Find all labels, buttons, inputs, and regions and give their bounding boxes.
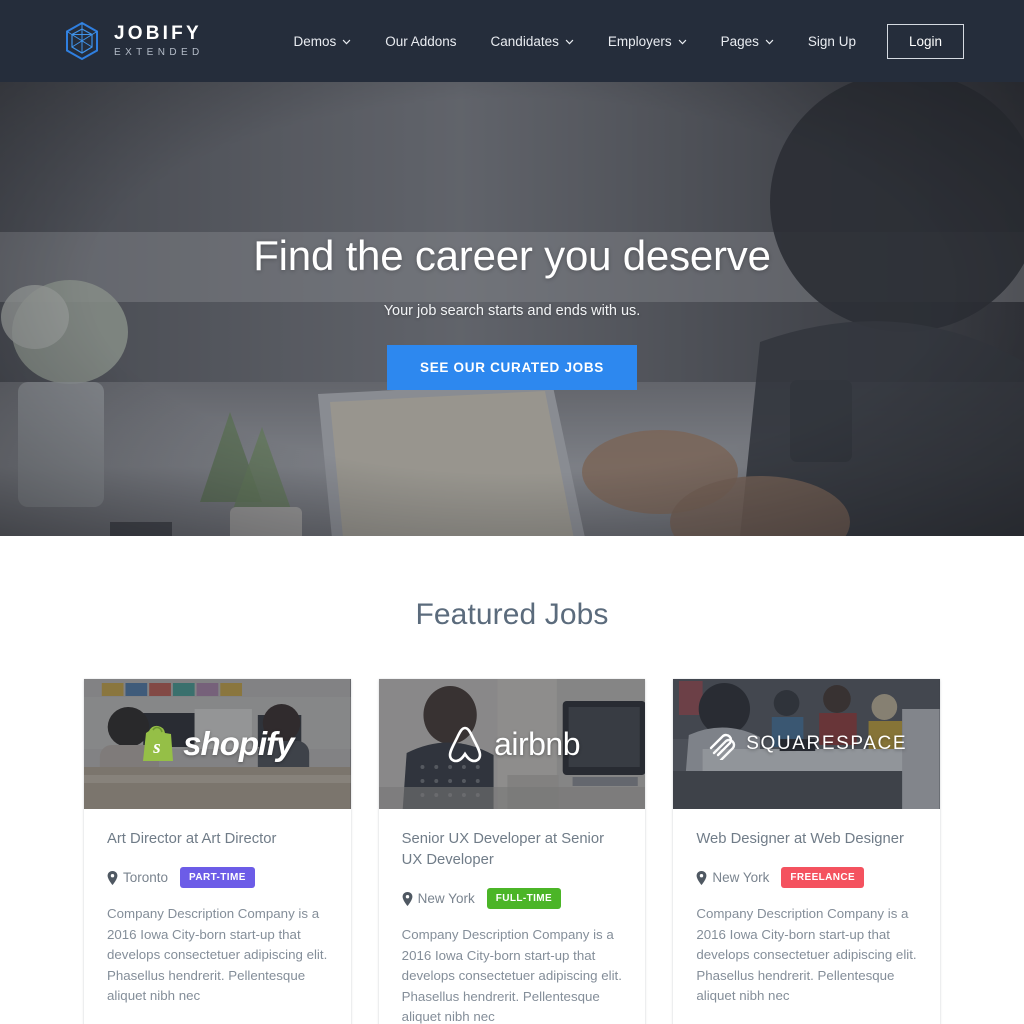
company-name: shopify xyxy=(183,725,294,762)
job-card-media: SQUARESPACE xyxy=(673,679,941,809)
job-card[interactable]: airbnb Senior UX Developer at Senior UX … xyxy=(378,679,646,1024)
job-description: Company Description Company is a 2016 Io… xyxy=(401,927,622,1024)
job-card-list: s shopify Art Director at Art Director T… xyxy=(0,679,1024,1024)
chevron-down-icon xyxy=(565,39,574,45)
map-pin-icon xyxy=(107,870,118,885)
job-card[interactable]: SQUARESPACE Web Designer at Web Designer… xyxy=(673,679,941,1024)
site-header: JOBIFY EXTENDED Demos Our Addons Candida… xyxy=(0,0,1024,82)
job-title[interactable]: Web Designer at Web Designer xyxy=(696,829,917,850)
brand-tagline: EXTENDED xyxy=(114,47,204,58)
chevron-down-icon xyxy=(765,39,774,45)
map-pin-icon xyxy=(402,891,413,906)
job-location-label: Toronto xyxy=(123,870,169,885)
nav-label: Our Addons xyxy=(385,33,457,49)
featured-jobs-title: Featured Jobs xyxy=(415,598,609,631)
airbnb-belo-icon xyxy=(448,726,482,763)
job-card[interactable]: s shopify Art Director at Art Director T… xyxy=(84,679,351,1024)
svg-text:s: s xyxy=(152,737,160,758)
job-location-label: New York xyxy=(417,891,475,906)
company-name: airbnb xyxy=(494,725,580,762)
map-pin-icon xyxy=(696,870,707,885)
nav-label: Candidates xyxy=(490,33,559,49)
nav-item-pages[interactable]: Pages xyxy=(704,26,791,57)
nav-label: Demos xyxy=(293,33,337,49)
job-meta: New York FREELANCE xyxy=(696,867,917,888)
squarespace-mark-icon xyxy=(710,733,736,760)
job-location: New York xyxy=(696,870,769,885)
chevron-down-icon xyxy=(342,39,351,45)
login-button[interactable]: Login xyxy=(886,23,964,59)
brand-logo[interactable]: JOBIFY EXTENDED xyxy=(64,21,204,61)
job-location-label: New York xyxy=(712,870,770,885)
nav-label: Sign Up xyxy=(807,33,856,49)
job-location: Toronto xyxy=(107,870,168,885)
company-name: SQUARESPACE xyxy=(746,733,908,754)
nav-item-sign-up[interactable]: Sign Up xyxy=(791,26,873,57)
airbnb-logo: airbnb xyxy=(379,679,646,809)
chevron-down-icon xyxy=(678,39,687,45)
job-card-media: airbnb xyxy=(378,679,646,809)
job-type-badge: FULL-TIME xyxy=(486,888,562,909)
hexagon-logo-icon xyxy=(66,21,98,61)
job-meta: Toronto PART-TIME xyxy=(107,867,328,888)
squarespace-logo: SQUARESPACE xyxy=(673,679,940,809)
nav-label: Pages xyxy=(720,33,759,49)
brand-name: JOBIFY xyxy=(114,23,202,44)
job-description: Company Description Company is a 2016 Io… xyxy=(107,906,328,1004)
job-description: Company Description Company is a 2016 Io… xyxy=(696,906,917,1004)
nav-item-employers[interactable]: Employers xyxy=(591,26,704,57)
hero-cta-button[interactable]: SEE OUR CURATED JOBS xyxy=(386,345,638,390)
nav-item-our-addons[interactable]: Our Addons xyxy=(368,26,473,57)
job-title[interactable]: Art Director at Art Director xyxy=(107,829,328,850)
hero-subtitle: Your job search starts and ends with us. xyxy=(383,303,641,319)
job-meta: New York FULL-TIME xyxy=(402,888,623,909)
job-title[interactable]: Senior UX Developer at Senior UX Develop… xyxy=(402,829,623,871)
nav-label: Employers xyxy=(607,33,672,49)
job-type-badge: FREELANCE xyxy=(781,867,865,888)
hero-banner: Find the career you deserve Your job sea… xyxy=(0,82,1024,536)
featured-jobs-section: Featured Jobs s shopify Art Director at … xyxy=(0,536,1024,1024)
main-navigation: Demos Our Addons Candidates Employers Pa… xyxy=(276,23,964,59)
shopify-bag-icon: s xyxy=(143,725,174,761)
job-card-media: s shopify xyxy=(84,679,351,809)
nav-item-demos[interactable]: Demos xyxy=(276,26,368,57)
nav-item-candidates[interactable]: Candidates xyxy=(474,26,591,57)
hero-title: Find the career you deserve xyxy=(253,232,771,279)
job-location: New York xyxy=(402,891,475,906)
shopify-logo: s shopify xyxy=(84,679,351,809)
job-type-badge: PART-TIME xyxy=(180,867,255,888)
